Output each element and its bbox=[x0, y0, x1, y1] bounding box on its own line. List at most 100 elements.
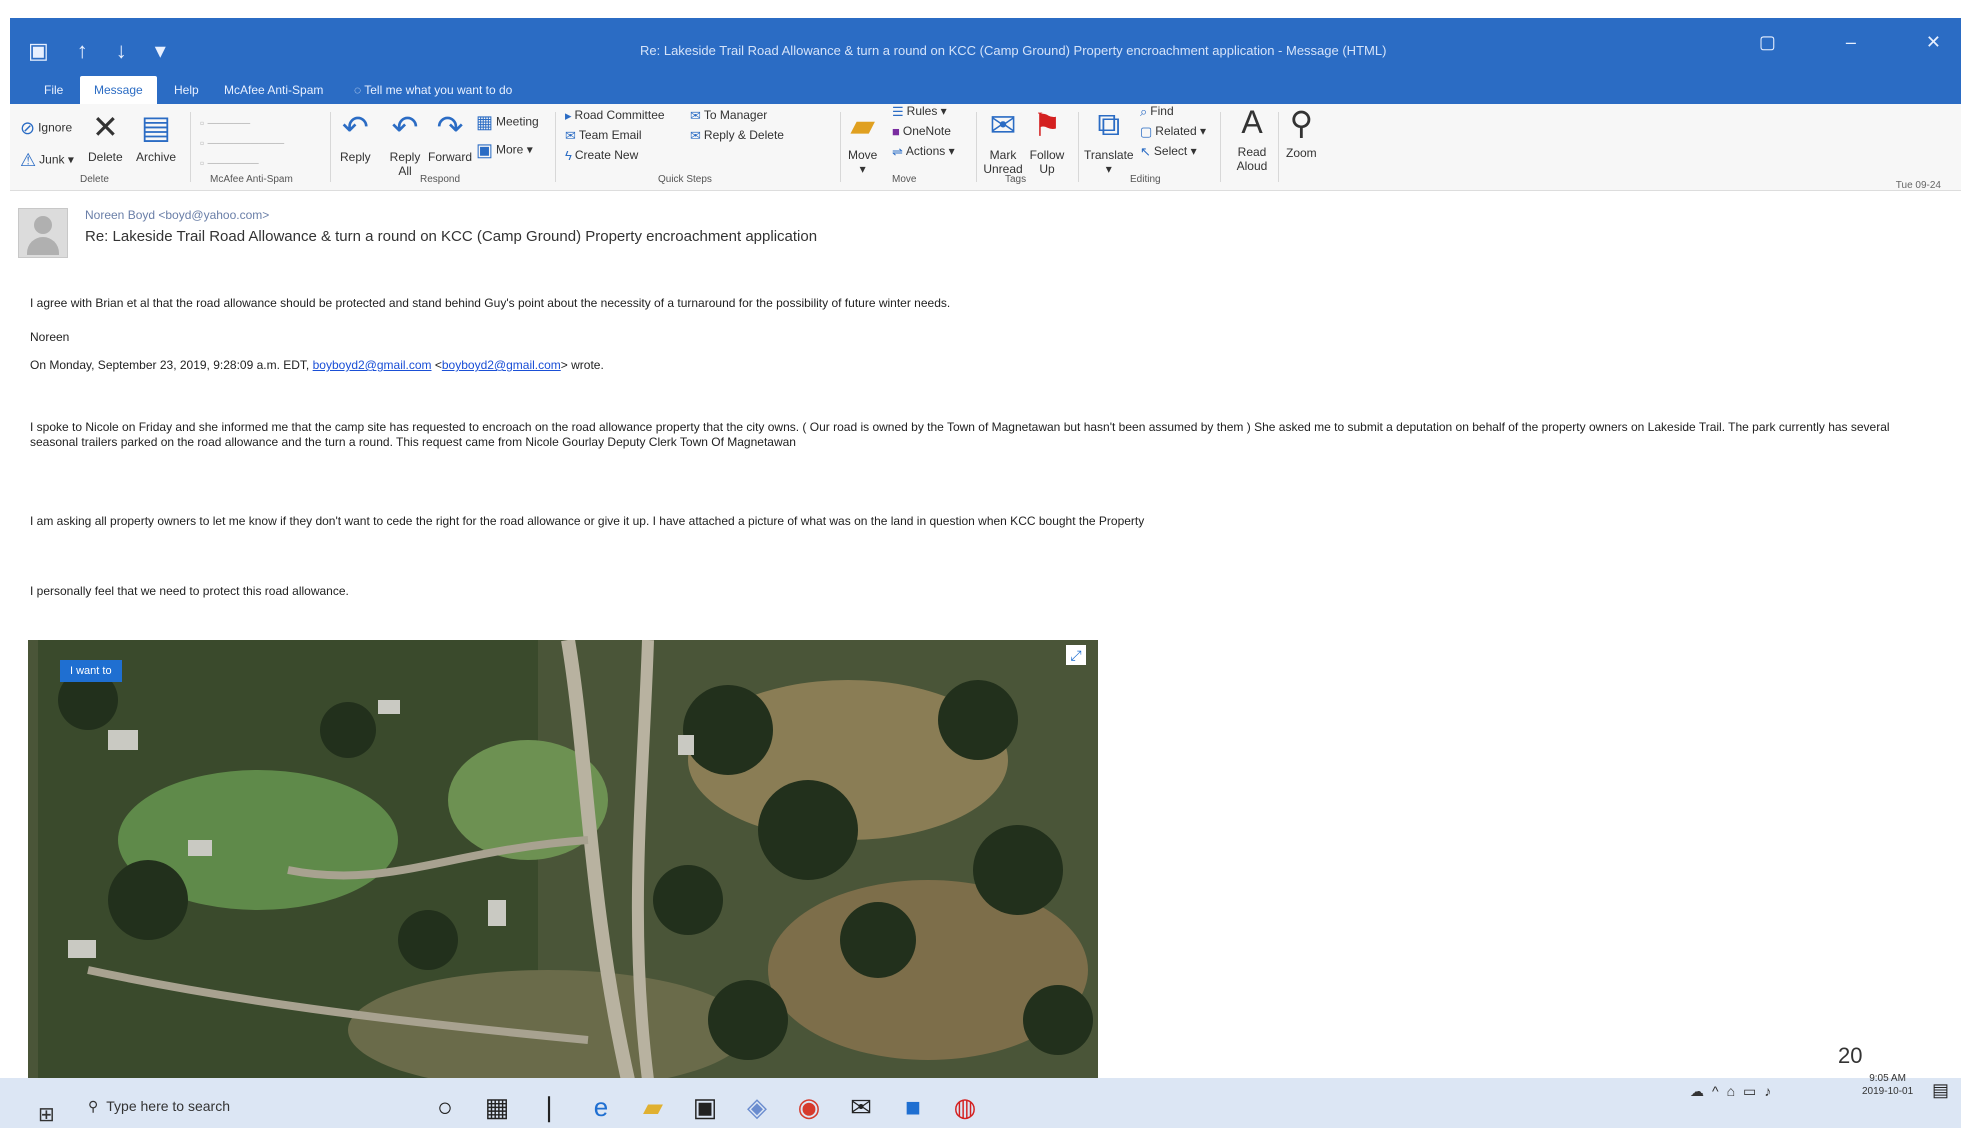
quote-wrote: > wrote. bbox=[560, 358, 604, 372]
file-explorer-icon[interactable]: ▰ bbox=[638, 1092, 668, 1123]
quickstep-create-new[interactable]: ϟ Create New bbox=[565, 148, 638, 163]
translate-button[interactable]: ⧉ Translate ▾ bbox=[1084, 106, 1134, 176]
display-icon[interactable]: ▭ bbox=[1743, 1083, 1756, 1100]
edge-icon[interactable]: e bbox=[586, 1092, 616, 1123]
restore-button[interactable]: ▢ bbox=[1759, 32, 1776, 53]
actions-button[interactable]: ⇌ Actions ▾ bbox=[892, 144, 955, 160]
divider bbox=[1078, 112, 1079, 182]
move-folder-icon: ▰ bbox=[850, 107, 875, 143]
cortana-icon[interactable]: ○ bbox=[430, 1092, 460, 1123]
rules-button[interactable]: ☰ Rules ▾ bbox=[892, 104, 947, 120]
network-icon[interactable]: ⌂ bbox=[1727, 1083, 1735, 1100]
delete-group-label: Delete bbox=[80, 174, 109, 185]
find-button[interactable]: ⌕ Find bbox=[1140, 104, 1174, 120]
more-label: More bbox=[496, 142, 524, 157]
quickstep-label: Create New bbox=[574, 148, 639, 162]
onenote-label: OneNote bbox=[902, 124, 951, 138]
more-icon[interactable]: ▾ bbox=[155, 38, 166, 64]
reply-button[interactable]: ↶ Reply bbox=[340, 108, 371, 164]
map-expand-icon[interactable]: ⤢ bbox=[1066, 645, 1086, 665]
acrobat-icon[interactable]: ◍ bbox=[950, 1092, 980, 1123]
quickstep-label: Reply & Delete bbox=[703, 128, 784, 143]
notification-icon[interactable]: ▤ bbox=[1932, 1080, 1949, 1101]
ignore-button[interactable]: ⊘ Ignore bbox=[20, 118, 72, 139]
task-view-icon[interactable]: ▦ bbox=[482, 1092, 512, 1123]
body-paragraph: I personally feel that we need to protec… bbox=[30, 584, 349, 598]
reply-all-button[interactable]: ↶ Reply All bbox=[385, 108, 425, 178]
cursor-icon: ↖ bbox=[1140, 144, 1151, 159]
move-group-label: Move bbox=[892, 174, 917, 185]
down-arrow-icon[interactable]: ↓ bbox=[116, 38, 127, 64]
actions-icon: ⇌ bbox=[892, 144, 903, 159]
email-link[interactable]: boyboyd2@gmail.com bbox=[313, 358, 432, 372]
select-label: Select bbox=[1153, 144, 1188, 159]
up-arrow-icon[interactable]: ↑ bbox=[77, 38, 88, 64]
follow-up-button[interactable]: ⚑ Follow Up bbox=[1026, 106, 1068, 176]
tell-me-search[interactable]: ◌ Tell me what you want to do bbox=[340, 76, 526, 104]
onenote-button[interactable]: ■ OneNote bbox=[892, 124, 951, 139]
select-button[interactable]: ↖ Select ▾ bbox=[1140, 144, 1197, 160]
taskbar-clock[interactable]: 9:05 AM 2019-10-01 bbox=[1862, 1072, 1913, 1098]
quickstep-to-manager[interactable]: ✉ To Manager bbox=[690, 108, 767, 124]
mcafee-item[interactable]: ▫ ───────── bbox=[200, 136, 284, 150]
email-link[interactable]: boyboyd2@gmail.com bbox=[442, 358, 561, 372]
junk-icon: ⚠ bbox=[20, 150, 37, 170]
quickstep-road-committee[interactable]: ▸ Road Committee bbox=[565, 108, 665, 124]
tab-help[interactable]: Help bbox=[160, 76, 213, 104]
delete-button[interactable]: ✕ Delete bbox=[88, 108, 123, 164]
taskbar-search[interactable]: ⚲ Type here to search bbox=[88, 1098, 388, 1126]
mcafee-item[interactable]: ▫ ───── bbox=[200, 116, 250, 130]
move-button[interactable]: ▰ Move ▾ bbox=[848, 106, 877, 176]
tab-file[interactable]: File bbox=[30, 76, 77, 104]
chevron-up-icon[interactable]: ^ bbox=[1712, 1083, 1719, 1100]
volume-icon[interactable]: ♪ bbox=[1764, 1083, 1771, 1100]
divider bbox=[555, 112, 556, 182]
find-label: Find bbox=[1150, 104, 1174, 119]
mail-icon[interactable]: ✉ bbox=[846, 1092, 876, 1123]
zoom-button[interactable]: ⚲ Zoom bbox=[1286, 104, 1317, 160]
more-respond-button[interactable]: ▣ More ▾ bbox=[476, 140, 533, 161]
forward-button[interactable]: ↷ Forward bbox=[428, 108, 472, 164]
reply-all-label: Reply All bbox=[389, 150, 421, 178]
find-icon: ⌕ bbox=[1140, 104, 1148, 119]
mcafee-item[interactable]: ▫ ────── bbox=[200, 156, 259, 170]
outlook-icon[interactable]: ■ bbox=[898, 1092, 928, 1123]
clock-date: 2019-10-01 bbox=[1862, 1086, 1914, 1097]
windows-start-icon[interactable]: ⊞ bbox=[38, 1102, 55, 1127]
quick-access-toolbar: ▣ ↑ ↓ ▾ bbox=[28, 38, 166, 64]
aerial-photo bbox=[28, 640, 1098, 1080]
forward-icon: ↷ bbox=[436, 109, 464, 145]
minimize-button[interactable]: – bbox=[1846, 32, 1856, 53]
follow-up-label: Follow Up bbox=[1029, 148, 1065, 176]
related-button[interactable]: ▢ Related ▾ bbox=[1140, 124, 1206, 140]
chrome-icon[interactable]: ◉ bbox=[794, 1092, 824, 1123]
tab-mcafee[interactable]: McAfee Anti-Spam bbox=[210, 76, 337, 104]
map-overlay-label[interactable]: I want to bbox=[60, 660, 122, 682]
quickstep-reply-delete[interactable]: ✉ Reply & Delete bbox=[690, 128, 784, 144]
onedrive-icon[interactable]: ☁ bbox=[1690, 1083, 1704, 1100]
quickstep-label: Team Email bbox=[578, 128, 642, 143]
delete-icon: ✕ bbox=[91, 109, 119, 145]
read-aloud-button[interactable]: A Read Aloud bbox=[1232, 104, 1272, 173]
ribbon-tabs: File Message Help McAfee Anti-Spam ◌ Tel… bbox=[10, 70, 1961, 104]
window-controls: ▢ – ✕ bbox=[1759, 32, 1941, 53]
junk-button[interactable]: ⚠ Junk ▾ bbox=[20, 150, 74, 171]
archive-button[interactable]: ▤ Archive bbox=[136, 108, 176, 164]
onenote-icon: ■ bbox=[892, 124, 900, 140]
shield-icon[interactable]: ◈ bbox=[742, 1092, 772, 1123]
close-button[interactable]: ✕ bbox=[1926, 32, 1941, 53]
body-paragraph: I spoke to Nicole on Friday and she info… bbox=[30, 420, 1890, 449]
window-title: Re: Lakeside Trail Road Allowance & turn… bbox=[640, 43, 1387, 58]
store-icon[interactable]: ▣ bbox=[690, 1092, 720, 1123]
rules-label: Rules bbox=[906, 104, 938, 119]
tab-message[interactable]: Message bbox=[80, 76, 157, 104]
body-paragraph: I agree with Brian et al that the road a… bbox=[30, 296, 951, 310]
save-icon[interactable]: ▣ bbox=[28, 38, 49, 64]
meeting-button[interactable]: ▦ Meeting bbox=[476, 112, 539, 133]
mark-unread-button[interactable]: ✉ Mark Unread bbox=[982, 106, 1024, 176]
zoom-label: Zoom bbox=[1286, 146, 1317, 160]
folder-icon: ▸ bbox=[565, 108, 572, 123]
quickstep-team-email[interactable]: ✉ Team Email bbox=[565, 128, 642, 144]
archive-label: Archive bbox=[136, 150, 177, 164]
sender[interactable]: Noreen Boyd <boyd@yahoo.com> bbox=[85, 208, 269, 222]
